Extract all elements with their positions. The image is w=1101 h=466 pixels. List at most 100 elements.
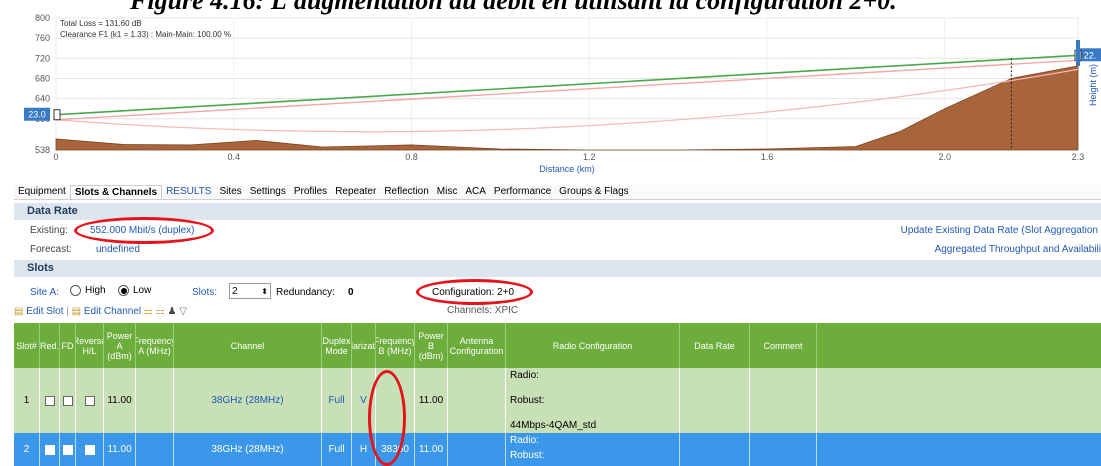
column-header-antenna-configuration[interactable]: Antenna Configuration — [448, 323, 506, 368]
right-antenna-mast[interactable] — [1076, 40, 1080, 66]
column-header-frequency-b-mhz-[interactable]: Frequency B (MHz) — [376, 323, 415, 368]
frequency-b[interactable] — [376, 368, 415, 433]
tab-repeater[interactable]: Repeater — [331, 185, 380, 199]
y-axis-label: Height (m) — [1088, 64, 1098, 106]
antenna-configuration[interactable] — [448, 433, 506, 466]
redundancy-value: 0 — [348, 287, 354, 298]
forecast-value[interactable]: undefined — [96, 244, 140, 255]
radio-high[interactable]: High — [70, 285, 106, 296]
fd-checkbox[interactable] — [60, 368, 76, 433]
frequency-a[interactable] — [136, 433, 174, 466]
tab-results[interactable]: RESULTS — [162, 185, 215, 199]
tab-profiles[interactable]: Profiles — [290, 185, 331, 199]
paste-slot-icon[interactable]: ⚏ — [156, 306, 165, 317]
tab-misc[interactable]: Misc — [433, 185, 462, 199]
slots-value: 2 — [232, 285, 238, 297]
left-height-tag[interactable]: 23.0 — [28, 110, 46, 120]
tab-settings[interactable]: Settings — [246, 185, 290, 199]
channel-cell[interactable]: 38GHz (28MHz) — [174, 433, 322, 466]
checkbox[interactable] — [44, 444, 55, 455]
edit-slot-button[interactable]: Edit Slot — [26, 306, 63, 317]
checkbox[interactable] — [62, 395, 73, 406]
fd-checkbox[interactable] — [60, 433, 76, 466]
tab-slots-channels[interactable]: Slots & Channels — [69, 185, 163, 199]
channel-cell[interactable]: 38GHz (28MHz) — [174, 368, 322, 433]
power-b[interactable]: 11.00 — [415, 433, 448, 466]
reverse-checkbox[interactable] — [76, 433, 104, 466]
frequency-b[interactable]: 38360 — [376, 433, 415, 466]
table-row[interactable]: 1 11.00 38GHz (28MHz) Full V 11.00 Radio: Robus… — [14, 368, 1101, 433]
column-header-slot-[interactable]: Slot# — [14, 323, 40, 368]
data-rate-cell[interactable] — [680, 433, 750, 466]
column-header-power-b-dbm-[interactable]: Power B (dBm) — [415, 323, 448, 368]
filter-icon[interactable]: ▽ — [179, 306, 187, 317]
column-header-radio-configuration[interactable]: Radio Configuration — [506, 323, 680, 368]
radio-low-circle[interactable] — [118, 285, 129, 296]
column-header-power-a-dbm-[interactable]: Power A (dBm) — [104, 323, 136, 368]
polarization[interactable]: V — [352, 368, 376, 433]
column-header-channel[interactable]: Channel — [174, 323, 322, 368]
antenna-configuration[interactable] — [448, 368, 506, 433]
power-a[interactable]: 11.00 — [104, 368, 136, 433]
tab-equipment[interactable]: Equipment — [14, 185, 70, 199]
radio-high-circle[interactable] — [70, 285, 81, 296]
data-rate-cell[interactable] — [680, 368, 750, 433]
edit-channel-button[interactable]: Edit Channel — [84, 306, 141, 317]
duplex-mode[interactable]: Full — [322, 368, 352, 433]
radio-config-line: 44Mbps-4QAM_std — [510, 420, 597, 431]
left-antenna-icon[interactable] — [53, 109, 61, 121]
column-header-data-rate[interactable]: Data Rate — [680, 323, 750, 368]
tab-reflection[interactable]: Reflection — [380, 185, 432, 199]
y-tick-label: 760 — [35, 33, 50, 43]
power-a[interactable]: 11.00 — [104, 433, 136, 466]
aggregated-throughput-link[interactable]: Aggregated Throughput and Availabili — [935, 244, 1101, 255]
checkbox[interactable] — [84, 444, 95, 455]
radio-low[interactable]: Low — [118, 285, 151, 296]
tab-groups-flags[interactable]: Groups & Flags — [555, 185, 632, 199]
power-b[interactable]: 11.00 — [415, 368, 448, 433]
checkbox[interactable] — [44, 395, 55, 406]
stepper-arrows-icon[interactable]: ⬍ — [261, 287, 268, 296]
duplex-mode[interactable]: Full — [322, 433, 352, 466]
checkbox[interactable] — [84, 395, 95, 406]
column-header-red-[interactable]: Red. — [40, 323, 60, 368]
column-header-comment[interactable]: Comment — [750, 323, 817, 368]
update-data-rate-link[interactable]: Update Existing Data Rate (Slot Aggregat… — [901, 225, 1098, 236]
edit-channel-icon[interactable]: ▤ — [72, 306, 81, 317]
grid-header: Slot#Red.FDReverse H/LPower A (dBm)Frequ… — [14, 323, 1101, 368]
x-tick-label: 0.8 — [405, 152, 418, 162]
comment-cell[interactable] — [750, 433, 817, 466]
existing-data-rate[interactable]: 552.000 Mbit/s (duplex) — [90, 225, 195, 236]
column-header-duplex-mode[interactable]: Duplex Mode — [322, 323, 352, 368]
radio-configuration[interactable]: Radio: Robust: — [506, 433, 680, 466]
comment-cell[interactable] — [750, 368, 817, 433]
person-icon[interactable]: ♟ — [167, 306, 176, 317]
column-header-reverse-h-l[interactable]: Reverse H/L — [76, 323, 104, 368]
x-tick-label: 2.0 — [938, 152, 951, 162]
tab-sites[interactable]: Sites — [215, 185, 245, 199]
radio-configuration[interactable]: Radio: Robust: 44Mbps-4QAM_std — [506, 368, 680, 433]
column-header-fd[interactable]: FD — [60, 323, 76, 368]
radio-config-line: Robust: — [510, 395, 545, 406]
y-tick-label: 640 — [35, 94, 50, 104]
red-checkbox[interactable] — [40, 368, 60, 433]
column-header-polarization[interactable]: Polarization — [352, 323, 376, 368]
forecast-label: Forecast: — [30, 244, 72, 255]
edit-slot-icon[interactable]: ▤ — [14, 306, 23, 317]
tab-performance[interactable]: Performance — [490, 185, 555, 199]
checkbox[interactable] — [62, 444, 73, 455]
reverse-checkbox[interactable] — [76, 368, 104, 433]
table-row-selected[interactable]: 2 11.00 38GHz (28MHz) Full H 38360 11.00 Radio:… — [14, 433, 1101, 466]
row-filler — [817, 368, 1101, 433]
slot-number[interactable]: 1 — [14, 368, 40, 433]
red-checkbox[interactable] — [40, 433, 60, 466]
polarization[interactable]: H — [352, 433, 376, 466]
frequency-a[interactable] — [136, 368, 174, 433]
site-a-label: Site A: — [30, 287, 59, 298]
right-height-tag[interactable]: 22. — [1084, 50, 1097, 60]
copy-slot-icon[interactable]: ⚏ — [144, 306, 153, 317]
tab-aca[interactable]: ACA — [461, 185, 490, 199]
column-header-frequency-a-mhz-[interactable]: Frequency A (MHz) — [136, 323, 174, 368]
slot-number[interactable]: 2 — [14, 433, 40, 466]
slots-stepper[interactable]: 2 ⬍ — [229, 283, 271, 299]
